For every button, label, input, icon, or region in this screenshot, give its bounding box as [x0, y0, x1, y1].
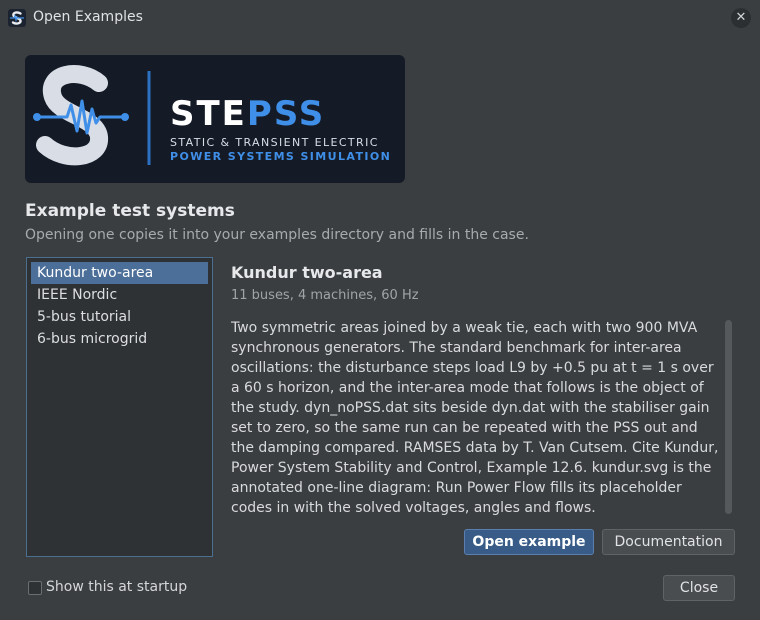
list-item-ieee-nordic[interactable]: IEEE Nordic — [31, 284, 208, 306]
stepss-banner: STEPSS STATIC & TRANSIENT ELECTRIC POWER… — [25, 55, 405, 183]
window-title: Open Examples — [33, 9, 143, 25]
show-at-startup-label: Show this at startup — [46, 579, 188, 595]
detail-meta: 11 buses, 4 machines, 60 Hz — [231, 288, 419, 303]
description-scrollbar[interactable] — [725, 320, 732, 514]
list-item-6-bus[interactable]: 6-bus microgrid — [31, 328, 208, 350]
stepss-app-icon — [8, 9, 26, 27]
detail-description: Two symmetric areas joined by a weak tie… — [231, 320, 719, 516]
close-button[interactable]: Close — [663, 575, 735, 601]
detail-title: Kundur two-area — [231, 263, 383, 282]
list-item-kundur[interactable]: Kundur two-area — [31, 262, 208, 284]
window-close-icon[interactable]: ✕ — [731, 8, 751, 28]
title-bar: Open Examples ✕ — [0, 0, 760, 36]
examples-list[interactable]: Kundur two-area IEEE Nordic 5-bus tutori… — [26, 257, 213, 557]
banner-name-part2: PSS — [247, 94, 325, 134]
section-subtitle: Opening one copies it into your examples… — [25, 227, 529, 243]
banner-line1: STATIC & TRANSIENT ELECTRIC — [170, 136, 379, 149]
open-example-button[interactable]: Open example — [464, 529, 594, 555]
list-item-5-bus[interactable]: 5-bus tutorial — [31, 306, 208, 328]
banner-line2: POWER SYSTEMS SIMULATION — [170, 150, 391, 163]
banner-name-part1: STE — [170, 94, 247, 134]
show-at-startup-checkbox[interactable] — [28, 581, 42, 595]
svg-text:STEPSS: STEPSS — [170, 94, 325, 134]
stepss-logo: STEPSS STATIC & TRANSIENT ELECTRIC POWER… — [33, 65, 391, 166]
documentation-button[interactable]: Documentation — [602, 529, 735, 555]
section-title: Example test systems — [25, 201, 235, 221]
